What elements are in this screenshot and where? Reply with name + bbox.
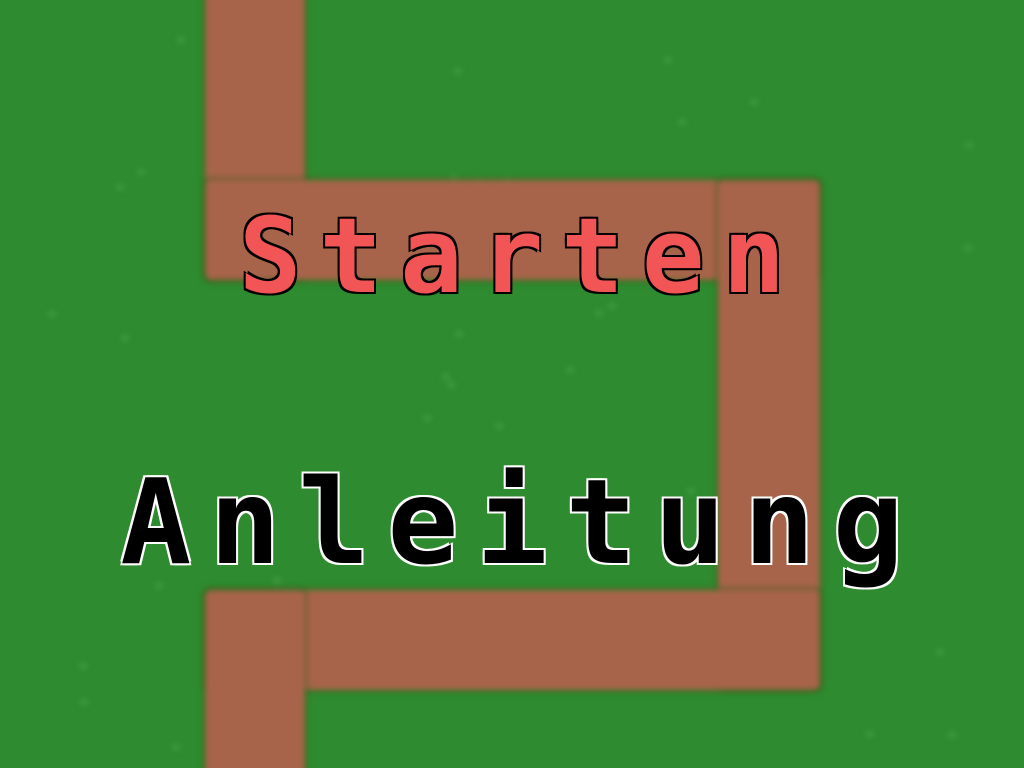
grass-speck <box>678 119 686 125</box>
grass-speck <box>116 184 124 190</box>
grass-speck <box>866 731 874 737</box>
dirt-path-segment <box>205 590 305 768</box>
grass-speck <box>454 68 462 74</box>
start-button[interactable]: Starten <box>0 196 1024 316</box>
grass-speck <box>750 99 758 105</box>
grass-speck <box>566 367 574 373</box>
grass-speck <box>172 744 180 750</box>
grass-speck <box>177 37 185 43</box>
grass-speck <box>423 415 431 421</box>
grass-speck <box>965 142 973 148</box>
game-menu-screen: Starten Anleitung <box>0 0 1024 768</box>
instructions-button[interactable]: Anleitung <box>0 452 1024 592</box>
grass-speck <box>495 423 503 429</box>
blurred-map-background <box>0 0 1024 768</box>
grass-speck <box>442 374 450 380</box>
grass-speck <box>121 335 129 341</box>
grass-speck <box>447 382 455 388</box>
grass-speck <box>455 331 463 337</box>
grass-speck <box>948 732 956 738</box>
grass-speck <box>137 169 145 175</box>
grass-speck <box>664 57 672 63</box>
grass-speck <box>80 699 88 705</box>
grass-speck <box>936 649 944 655</box>
grass-speck <box>79 663 87 669</box>
